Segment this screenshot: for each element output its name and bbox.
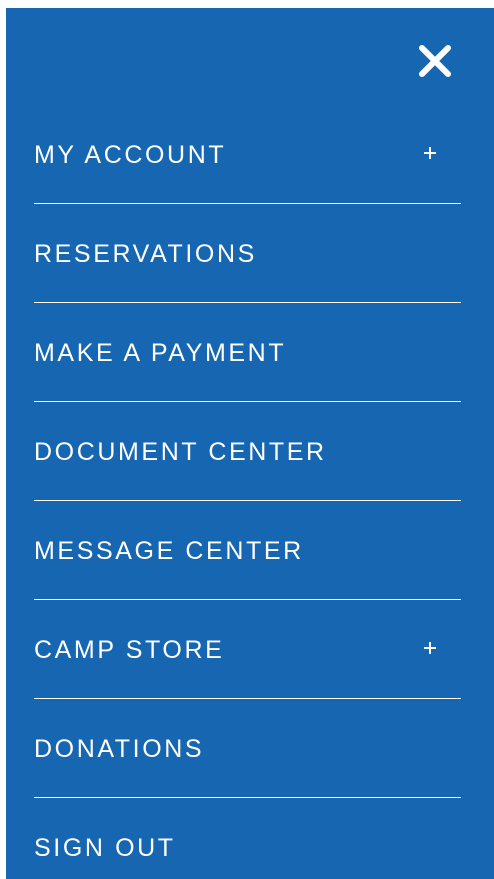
menu-item-message-center[interactable]: MESSAGE CENTER [34, 501, 461, 600]
menu-item-camp-store[interactable]: CAMP STORE [34, 600, 461, 699]
main-menu: MY ACCOUNT RESERVATIONS MAKE A PAYMENT D… [34, 105, 461, 879]
screen: MY ACCOUNT RESERVATIONS MAKE A PAYMENT D… [0, 0, 494, 879]
menu-item-label: MY ACCOUNT [34, 141, 227, 169]
close-icon [419, 45, 451, 77]
menu-item-label: DONATIONS [34, 735, 205, 763]
menu-item-my-account[interactable]: MY ACCOUNT [34, 105, 461, 204]
menu-item-document-center[interactable]: DOCUMENT CENTER [34, 402, 461, 501]
plus-icon[interactable] [423, 641, 437, 655]
plus-icon[interactable] [423, 146, 437, 160]
menu-item-reservations[interactable]: RESERVATIONS [34, 204, 461, 303]
menu-item-make-a-payment[interactable]: MAKE A PAYMENT [34, 303, 461, 402]
menu-item-donations[interactable]: DONATIONS [34, 699, 461, 798]
menu-item-sign-out[interactable]: SIGN OUT [34, 798, 461, 879]
navigation-drawer: MY ACCOUNT RESERVATIONS MAKE A PAYMENT D… [6, 8, 494, 879]
menu-item-label: DOCUMENT CENTER [34, 438, 327, 466]
menu-item-label: MAKE A PAYMENT [34, 339, 287, 367]
menu-item-label: RESERVATIONS [34, 240, 257, 268]
menu-item-label: SIGN OUT [34, 834, 176, 862]
menu-item-label: CAMP STORE [34, 636, 225, 664]
close-button[interactable] [418, 44, 452, 78]
menu-item-label: MESSAGE CENTER [34, 537, 304, 565]
